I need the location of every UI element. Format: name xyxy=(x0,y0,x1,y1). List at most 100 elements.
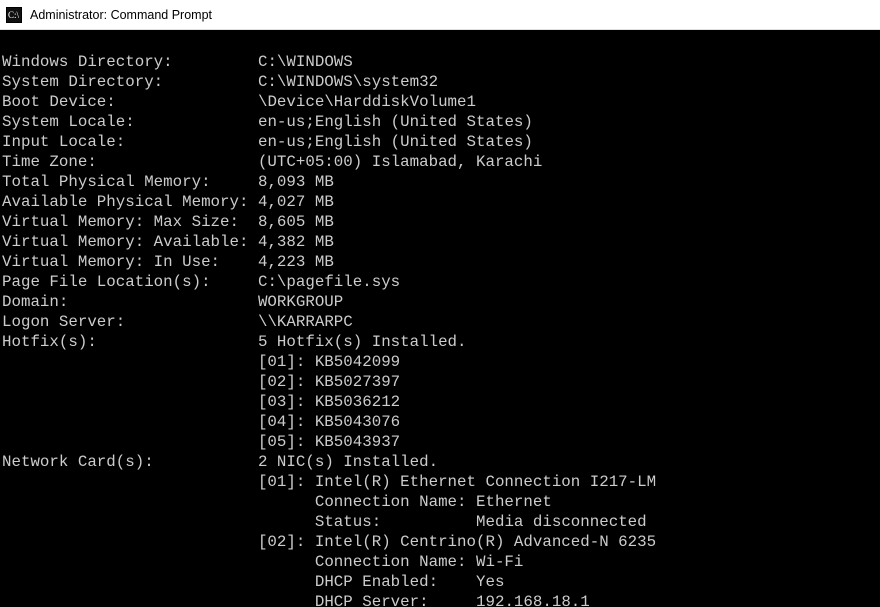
row-nic-header: Network Card(s): 2 NIC(s) Installed. xyxy=(2,453,438,471)
value: WORKGROUP xyxy=(258,293,343,311)
row-system-locale: System Locale: en-us;English (United Sta… xyxy=(2,113,533,131)
row-system-dir: System Directory: C:\WINDOWS\system32 xyxy=(2,73,438,91)
value: [02]: KB5027397 xyxy=(258,373,400,391)
label: Windows Directory: xyxy=(2,53,173,71)
pad xyxy=(211,173,258,191)
pad xyxy=(2,493,315,511)
value: Connection Name: Ethernet xyxy=(315,493,552,511)
row-hotfix-4: [04]: KB5043076 xyxy=(2,413,400,431)
pad xyxy=(135,113,258,131)
pad xyxy=(125,133,258,151)
label: Logon Server: xyxy=(2,313,125,331)
label: Status: xyxy=(315,513,381,531)
value: 4,382 MB xyxy=(258,233,334,251)
value: [03]: KB5036212 xyxy=(258,393,400,411)
pad2 xyxy=(381,513,476,531)
label: System Directory: xyxy=(2,73,163,91)
pad xyxy=(2,393,258,411)
pad2 xyxy=(438,573,476,591)
row-hotfix-1: [01]: KB5042099 xyxy=(2,353,400,371)
pad xyxy=(2,373,258,391)
value: 192.168.18.1 xyxy=(476,593,590,607)
value: Media disconnected xyxy=(476,513,647,531)
value: C:\WINDOWS\system32 xyxy=(258,73,438,91)
label: Virtual Memory: Available: xyxy=(2,233,248,251)
row-pagefile: Page File Location(s): C:\pagefile.sys xyxy=(2,273,400,291)
pad xyxy=(2,433,258,451)
value: en-us;English (United States) xyxy=(258,133,533,151)
row-domain: Domain: WORKGROUP xyxy=(2,293,343,311)
window-title: Administrator: Command Prompt xyxy=(30,8,212,22)
value: \Device\HarddiskVolume1 xyxy=(258,93,476,111)
value: [01]: KB5042099 xyxy=(258,353,400,371)
row-input-locale: Input Locale: en-us;English (United Stat… xyxy=(2,133,533,151)
label: Network Card(s): xyxy=(2,453,154,471)
pad xyxy=(239,213,258,231)
row-windows-dir: Windows Directory: C:\WINDOWS xyxy=(2,53,353,71)
row-nic1-name: [01]: Intel(R) Ethernet Connection I217-… xyxy=(2,473,656,491)
pad xyxy=(2,413,258,431)
label: Boot Device: xyxy=(2,93,116,111)
value: 4,027 MB xyxy=(258,193,334,211)
label: Page File Location(s): xyxy=(2,273,211,291)
row-total-phys-mem: Total Physical Memory: 8,093 MB xyxy=(2,173,334,191)
row-boot-device: Boot Device: \Device\HarddiskVolume1 xyxy=(2,93,476,111)
value: Connection Name: Wi-Fi xyxy=(315,553,524,571)
titlebar[interactable]: C:\ Administrator: Command Prompt xyxy=(0,0,880,30)
label: Virtual Memory: In Use: xyxy=(2,253,220,271)
row-nic2-dhcp-en: DHCP Enabled: Yes xyxy=(2,573,504,591)
row-vm-inuse: Virtual Memory: In Use: 4,223 MB xyxy=(2,253,334,271)
label: Time Zone: xyxy=(2,153,97,171)
value: 8,605 MB xyxy=(258,213,334,231)
value: [02]: Intel(R) Centrino(R) Advanced-N 62… xyxy=(258,533,656,551)
pad xyxy=(211,273,258,291)
label: DHCP Server: xyxy=(315,593,429,607)
row-nic2-dhcp-srv: DHCP Server: 192.168.18.1 xyxy=(2,593,590,607)
pad xyxy=(2,573,315,591)
row-vm-avail: Virtual Memory: Available: 4,382 MB xyxy=(2,233,334,251)
pad xyxy=(2,513,315,531)
row-hotfix-2: [02]: KB5027397 xyxy=(2,373,400,391)
pad xyxy=(2,553,315,571)
row-hotfix-header: Hotfix(s): 5 Hotfix(s) Installed. xyxy=(2,333,467,351)
pad2 xyxy=(429,593,476,607)
row-nic2-name: [02]: Intel(R) Centrino(R) Advanced-N 62… xyxy=(2,533,656,551)
row-logon-server: Logon Server: \\KARRARPC xyxy=(2,313,353,331)
label: Input Locale: xyxy=(2,133,125,151)
row-nic1-status: Status: Media disconnected xyxy=(2,513,647,531)
pad xyxy=(97,333,258,351)
pad xyxy=(97,153,258,171)
pad xyxy=(154,453,258,471)
pad xyxy=(2,593,315,607)
label: DHCP Enabled: xyxy=(315,573,438,591)
label: Hotfix(s): xyxy=(2,333,97,351)
value: 4,223 MB xyxy=(258,253,334,271)
value: Yes xyxy=(476,573,504,591)
pad xyxy=(125,313,258,331)
pad xyxy=(2,533,258,551)
row-avail-phys-mem: Available Physical Memory: 4,027 MB xyxy=(2,193,334,211)
row-hotfix-5: [05]: KB5043937 xyxy=(2,433,400,451)
pad xyxy=(173,53,258,71)
label: Total Physical Memory: xyxy=(2,173,211,191)
row-time-zone: Time Zone: (UTC+05:00) Islamabad, Karach… xyxy=(2,153,542,171)
value: [04]: KB5043076 xyxy=(258,413,400,431)
pad xyxy=(116,93,258,111)
label: Available Physical Memory: xyxy=(2,193,248,211)
row-hotfix-3: [03]: KB5036212 xyxy=(2,393,400,411)
pad xyxy=(220,253,258,271)
terminal-output[interactable]: Windows Directory: C:\WINDOWS System Dir… xyxy=(0,30,880,607)
pad xyxy=(248,233,257,251)
value: C:\WINDOWS xyxy=(258,53,353,71)
cmd-icon: C:\ xyxy=(6,7,22,23)
value: 5 Hotfix(s) Installed. xyxy=(258,333,467,351)
pad xyxy=(2,473,258,491)
pad xyxy=(68,293,258,311)
value: [05]: KB5043937 xyxy=(258,433,400,451)
label: Domain: xyxy=(2,293,68,311)
label: System Locale: xyxy=(2,113,135,131)
value: (UTC+05:00) Islamabad, Karachi xyxy=(258,153,542,171)
pad xyxy=(163,73,258,91)
value: [01]: Intel(R) Ethernet Connection I217-… xyxy=(258,473,656,491)
row-nic2-conn: Connection Name: Wi-Fi xyxy=(2,553,523,571)
